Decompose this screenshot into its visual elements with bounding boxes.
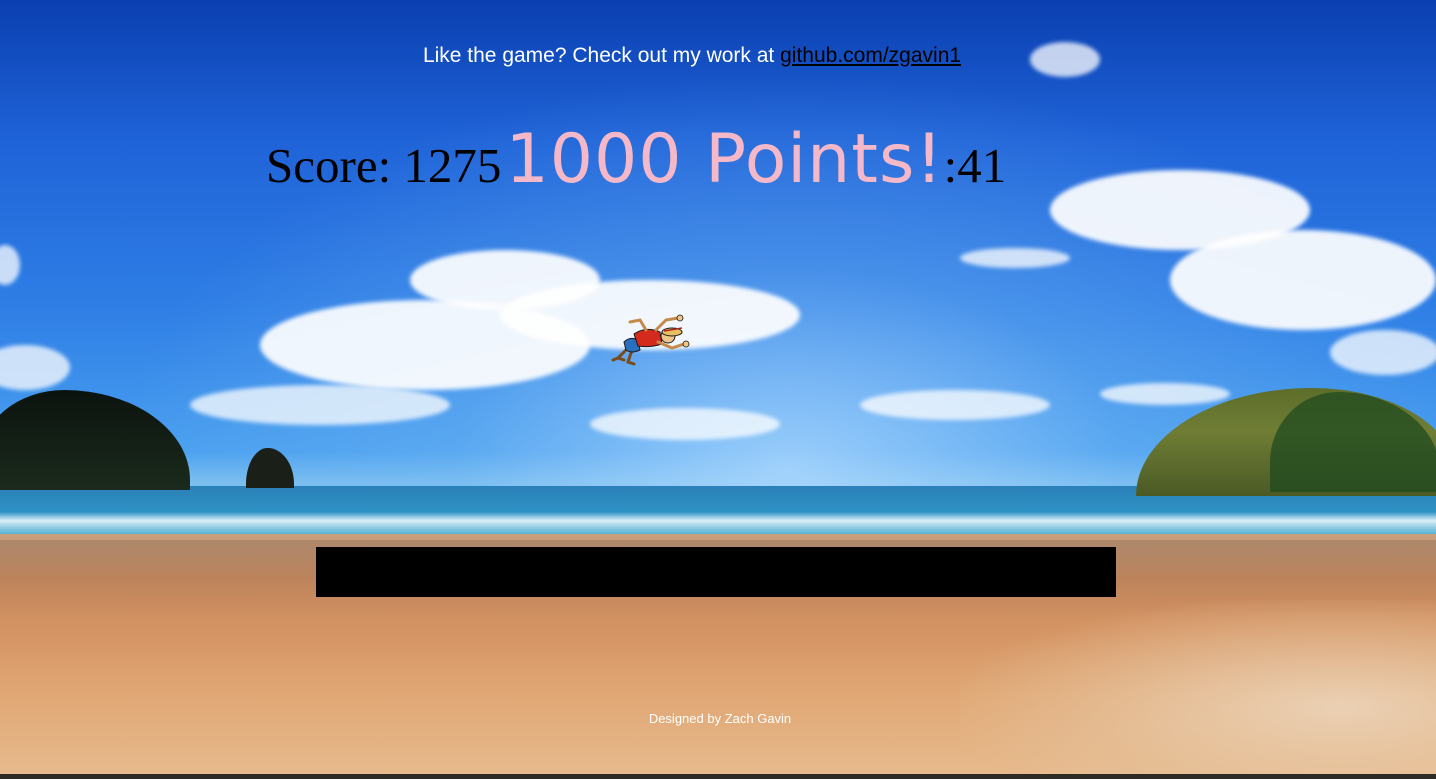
promo-text: Like the game? Check out my work at [422, 44, 781, 67]
bottom-strip [0, 774, 1436, 779]
cloud [1330, 330, 1436, 375]
promo-message: Like the game? Check out my work at gith… [0, 44, 1384, 68]
designer-credit: Designed by Zach Gavin [648, 711, 792, 726]
score-hud: Score: 1275 1000 Points!:41 [266, 120, 1006, 199]
cloud [960, 248, 1070, 268]
cloud [1100, 383, 1230, 405]
surf [0, 512, 1436, 534]
game-stage[interactable]: Like the game? Check out my work at gith… [0, 0, 1436, 779]
platform [316, 547, 1116, 597]
github-link[interactable]: github.com/zgavin1 [780, 44, 961, 67]
cloud [860, 390, 1050, 420]
running-character-icon [611, 314, 690, 366]
cloud [1170, 230, 1436, 330]
cloud [190, 385, 450, 425]
pebble-patch [960, 600, 1436, 779]
score-label: Score: 1275 [266, 138, 502, 193]
timer: :41 [943, 138, 1007, 193]
cloud [590, 408, 780, 440]
bonus-points-text: 1000 Points! [505, 120, 944, 199]
